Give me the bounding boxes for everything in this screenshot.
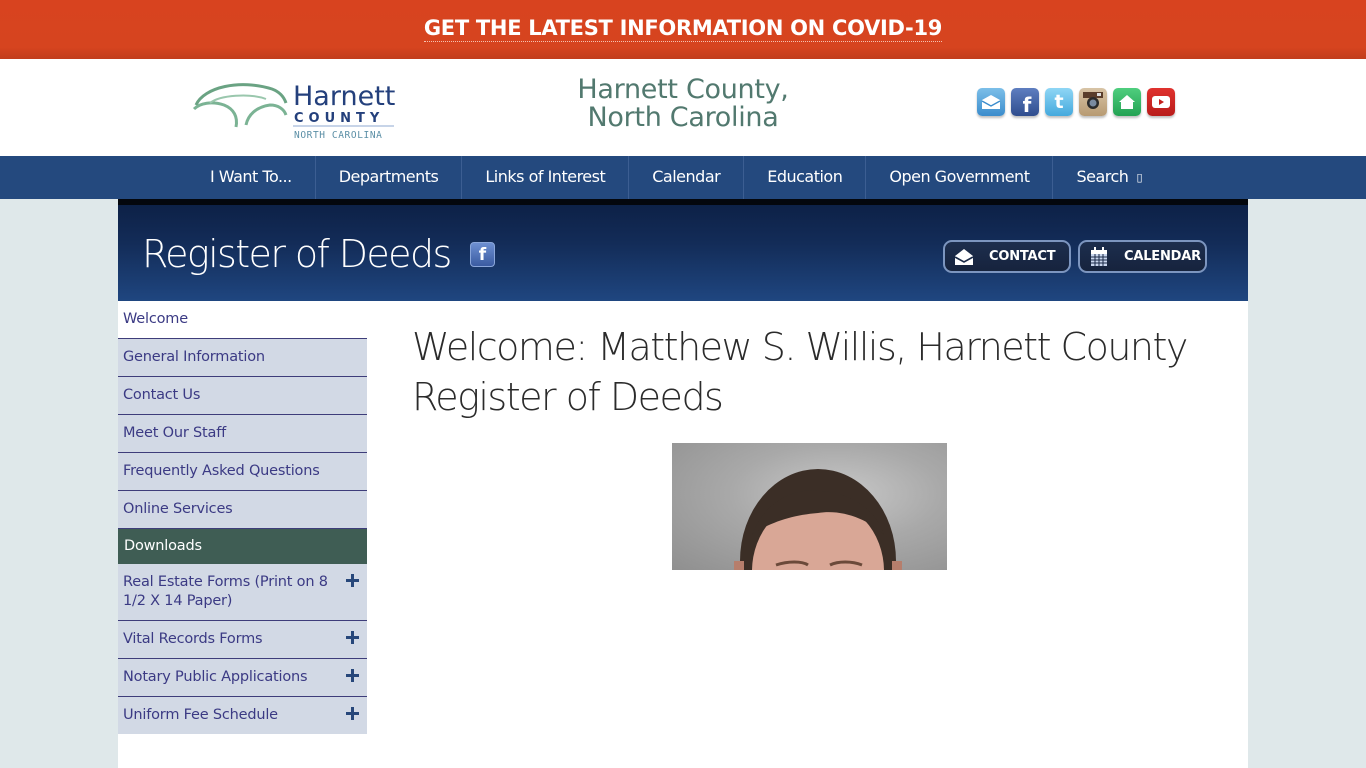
sidebar-item-online-services[interactable]: Online Services [118,491,367,529]
sidebar-item-meet-our-staff[interactable]: Meet Our Staff [118,415,367,453]
covid-info-link[interactable]: GET THE LATEST INFORMATION ON COVID-19 [423,16,942,42]
tree-logo-icon: Harnett COUNTY NORTH CAROLINA [192,81,395,141]
sidebar-item-label: Frequently Asked Questions [123,463,320,479]
sidebar-item-real-estate-forms[interactable]: Real Estate Forms (Print on 8 1/2 X 14 P… [118,564,367,621]
sidebar-item-welcome[interactable]: Welcome [118,301,367,339]
main-nav: I Want To... Departments Links of Intere… [0,156,1366,199]
search-icon: ▯ [1136,171,1142,184]
sidebar-item-label: Online Services [123,501,233,517]
sidebar-item-label: Welcome [123,311,188,327]
sidebar-item-label: Real Estate Forms (Print on 8 1/2 X 14 P… [123,574,328,609]
sidebar-item-notary-public-applications[interactable]: Notary Public Applications [118,659,367,697]
nav-label: Links of Interest [485,167,606,186]
nav-search[interactable]: Search ▯ [1053,156,1165,199]
page-title: Welcome: Matthew S. Willis, Harnett Coun… [412,325,1188,419]
expand-plus-icon[interactable] [346,631,359,644]
email-icon[interactable] [977,88,1005,116]
nav-label: Open Government [889,167,1030,186]
nav-departments[interactable]: Departments [316,156,463,199]
envelope-icon [954,247,974,267]
svg-text:COUNTY: COUNTY [294,111,384,126]
content-container: Register of Deeds f CONTACT CALENDAR Wel… [118,199,1248,768]
sidebar-item-label: Uniform Fee Schedule [123,707,278,723]
covid-banner: GET THE LATEST INFORMATION ON COVID-19 [0,0,1366,59]
expand-plus-icon[interactable] [346,707,359,720]
sidebar-item-faq[interactable]: Frequently Asked Questions [118,453,367,491]
nav-i-want-to[interactable]: I Want To... [187,156,316,199]
nav-calendar[interactable]: Calendar [629,156,745,199]
sidebar-item-uniform-fee-schedule[interactable]: Uniform Fee Schedule [118,697,367,734]
expand-plus-icon[interactable] [346,669,359,682]
staff-photo [672,443,947,570]
calendar-icon [1089,246,1109,267]
facebook-icon[interactable]: f [1011,88,1039,117]
nav-education[interactable]: Education [744,156,867,199]
nav-links-of-interest[interactable]: Links of Interest [462,156,630,199]
expand-plus-icon[interactable] [346,574,359,587]
nav-label: I Want To... [210,167,292,186]
nav-label: Search [1076,167,1129,186]
sidebar-item-label: General Information [123,349,265,365]
sidebar-item-vital-records-forms[interactable]: Vital Records Forms [118,621,367,659]
sidebar-nav: Welcome General Information Contact Us M… [118,301,367,734]
contact-label: CONTACT [989,249,1056,264]
sidebar-item-label: Notary Public Applications [123,669,308,685]
site-title-line2: North Carolina [587,102,779,133]
sidebar-item-contact-us[interactable]: Contact Us [118,377,367,415]
sidebar-item-label: Meet Our Staff [123,425,227,441]
sidebar-item-general-information[interactable]: General Information [118,339,367,377]
nav-label: Departments [338,167,439,186]
portrait-image [734,469,902,570]
sidebar-item-label: Contact Us [123,387,201,403]
site-header: Harnett COUNTY NORTH CAROLINA Harnett Co… [0,59,1366,156]
nav-open-government[interactable]: Open Government [866,156,1054,199]
site-title: Harnett County, North Carolina [548,76,818,132]
sidebar-item-label: Vital Records Forms [123,631,263,647]
nav-label: Calendar [652,167,721,186]
nav-label: Education [767,167,843,186]
home-icon[interactable] [1113,88,1141,116]
instagram-icon[interactable] [1079,88,1107,116]
social-links: f t [977,88,1175,117]
sidebar-section-label: Downloads [124,538,202,554]
sidebar-section-downloads: Downloads [118,529,367,564]
department-title: Register of Deeds [142,232,452,276]
twitter-icon[interactable]: t [1045,88,1073,116]
calendar-button[interactable]: CALENDAR [1078,240,1207,273]
site-title-line1: Harnett County, [577,74,789,105]
harnett-county-logo[interactable]: Harnett COUNTY NORTH CAROLINA [190,75,400,143]
contact-button[interactable]: CONTACT [943,240,1071,273]
calendar-label: CALENDAR [1124,249,1201,264]
svg-text:Harnett: Harnett [293,81,395,112]
department-header: Register of Deeds f CONTACT CALENDAR [118,199,1248,301]
department-facebook-icon[interactable]: f [470,242,495,267]
svg-text:NORTH CAROLINA: NORTH CAROLINA [294,130,382,141]
youtube-icon[interactable] [1147,88,1175,116]
